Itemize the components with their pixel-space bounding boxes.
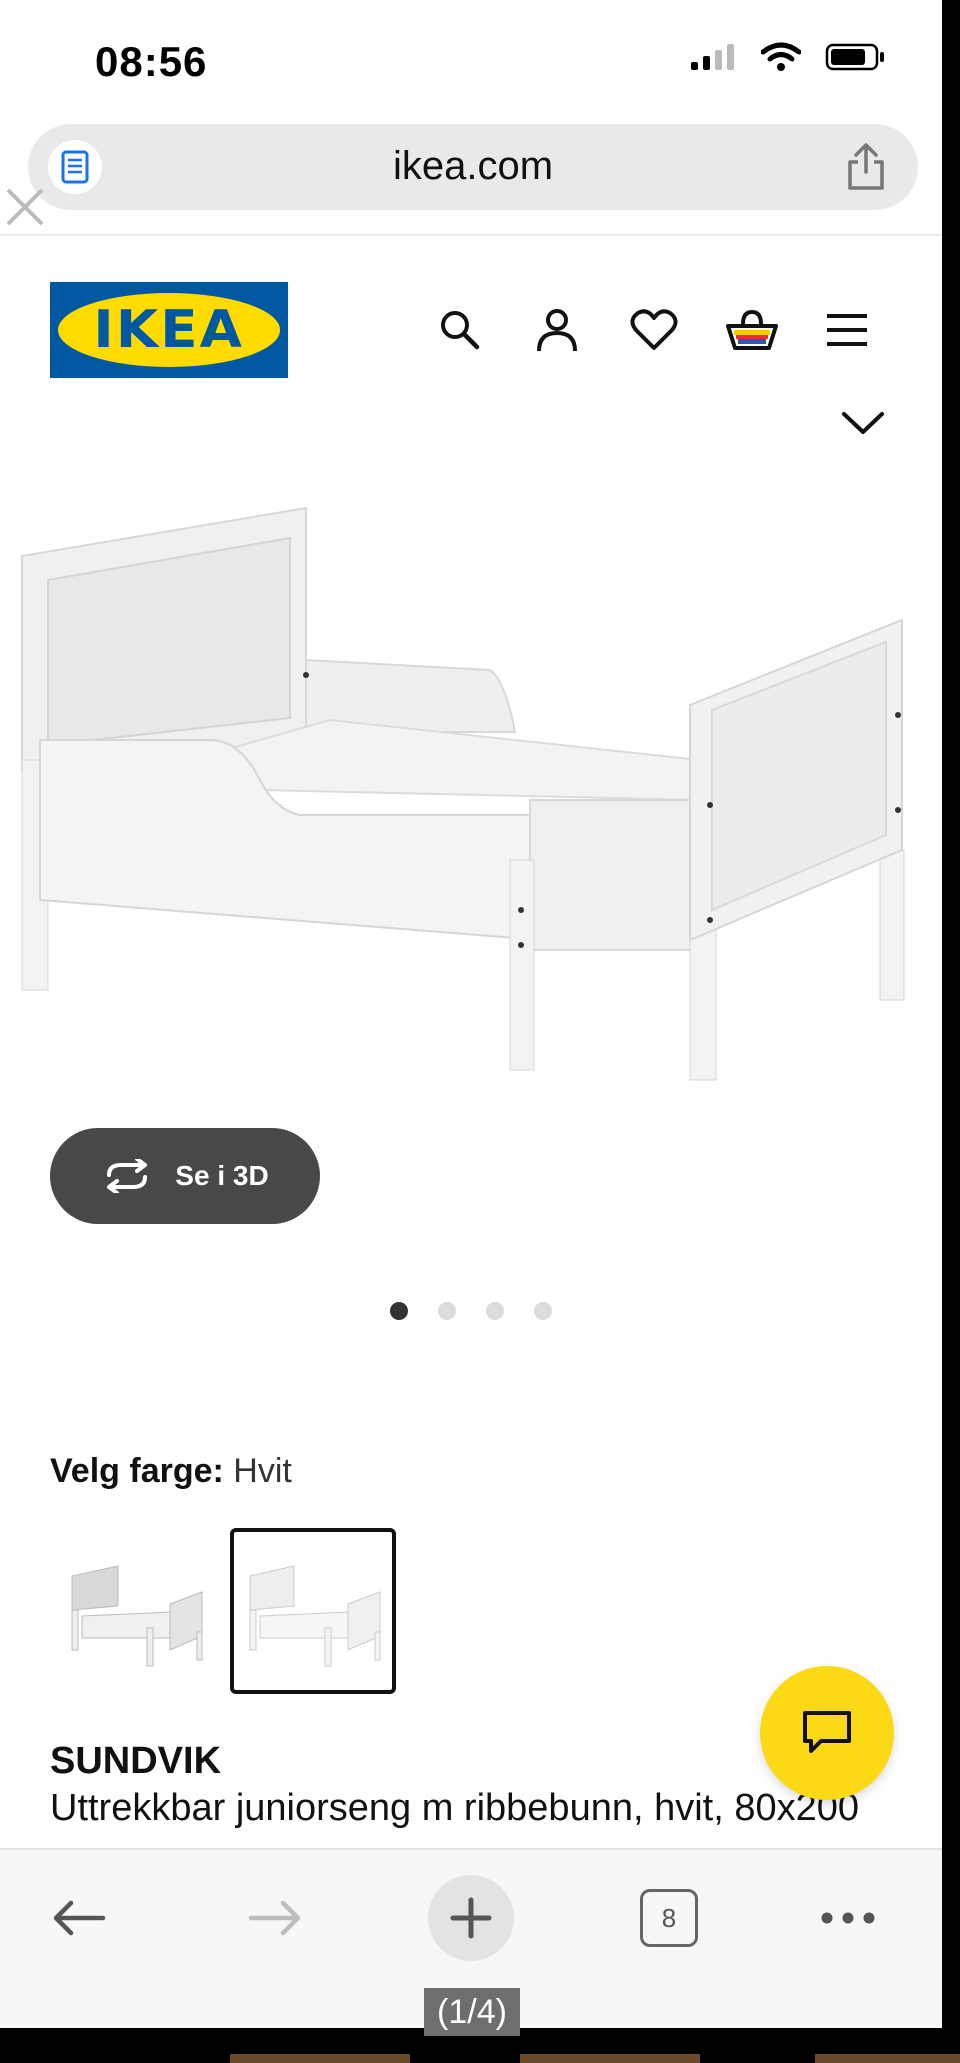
url-text[interactable]: ikea.com: [28, 144, 918, 189]
arrow-right-icon: [248, 1900, 301, 1936]
divider: [0, 234, 942, 236]
color-value: Hvit: [233, 1452, 292, 1490]
page-counter: (1/4): [424, 1988, 520, 2036]
chat-icon: [803, 1711, 851, 1753]
tabs-button[interactable]: 8: [640, 1889, 698, 1947]
search-icon[interactable]: [430, 300, 490, 360]
color-select-label: Velg farge: Hvit: [50, 1452, 292, 1491]
address-bar[interactable]: ikea.com: [28, 124, 918, 210]
color-swatch-2-selected[interactable]: [230, 1528, 396, 1694]
carousel-dot-4[interactable]: [534, 1302, 552, 1320]
basket-icon[interactable]: [722, 300, 782, 360]
plus-icon: [450, 1897, 492, 1939]
product-description: Uttrekkbar juniorseng m ribbebunn, hvit,…: [50, 1787, 860, 1829]
thumbnail-2[interactable]: [520, 2054, 700, 2063]
status-icons: [689, 42, 887, 72]
share-icon[interactable]: [844, 142, 888, 192]
view-3d-button[interactable]: Se i 3D: [50, 1128, 320, 1224]
new-tab-button[interactable]: [428, 1875, 514, 1961]
forward-button[interactable]: [240, 1878, 310, 1958]
rotate-3d-icon: [107, 1159, 148, 1193]
back-button[interactable]: [44, 1878, 114, 1958]
product-image[interactable]: [0, 470, 942, 1120]
menu-icon[interactable]: [817, 300, 877, 360]
carousel-dot-1[interactable]: [390, 1302, 408, 1320]
status-time: 08:56: [95, 38, 208, 85]
chevron-down-icon[interactable]: [840, 410, 886, 436]
battery-icon: [825, 43, 884, 71]
heart-icon[interactable]: [624, 300, 684, 360]
status-bar: 08:56: [0, 0, 942, 120]
signal-icon: [691, 44, 734, 70]
wifi-icon: [761, 42, 801, 71]
screen: 08:56 ikea.com IKEA Se i 3D Velg farge: …: [0, 0, 942, 2028]
carousel-dot-2[interactable]: [438, 1302, 456, 1320]
product-name: SUNDVIK: [50, 1740, 222, 1782]
header-actions: [0, 300, 942, 370]
more-button[interactable]: [816, 1878, 880, 1958]
chat-button[interactable]: [760, 1666, 894, 1800]
thumbnail-1[interactable]: [230, 2054, 410, 2063]
view-3d-label: Se i 3D: [175, 1160, 269, 1191]
color-swatch-1[interactable]: [52, 1528, 218, 1694]
thumbnail-3[interactable]: [815, 2054, 960, 2063]
close-icon[interactable]: [4, 186, 46, 228]
carousel-dot-3[interactable]: [486, 1302, 504, 1320]
more-icon: [821, 1912, 875, 1924]
color-label-text: Velg farge:: [50, 1452, 224, 1490]
arrow-left-icon: [53, 1900, 106, 1936]
carousel-indicator: [0, 1302, 942, 1320]
account-icon[interactable]: [527, 300, 587, 360]
thumbnail-strip: [0, 2054, 960, 2063]
